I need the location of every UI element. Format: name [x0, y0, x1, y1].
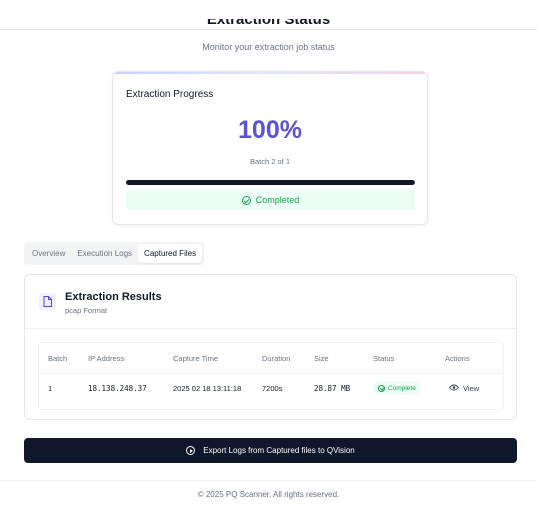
column-header-ip: IP Address — [88, 354, 125, 363]
tab-bar: Overview Execution Logs Captured Files — [24, 242, 205, 265]
results-card: Extraction Results pcap Format Batch IP … — [24, 274, 517, 420]
export-button-label: Export Logs from Captured files to QVisi… — [203, 446, 355, 455]
page-subtitle: Monitor your extraction job status — [202, 42, 335, 52]
page-title: Extraction Status — [206, 19, 331, 28]
footer-divider — [0, 480, 537, 481]
card-accent-bar — [113, 72, 427, 74]
tab-captured-files[interactable]: Captured Files — [138, 244, 203, 263]
check-circle-icon — [241, 195, 251, 205]
status-banner: Completed — [126, 190, 415, 210]
column-header-batch: Batch — [48, 354, 68, 363]
results-table: Batch IP Address Capture Time Duration S… — [38, 342, 504, 410]
column-header-capture-time: Capture Time — [173, 354, 219, 363]
tab-execution-logs[interactable]: Execution Logs — [71, 244, 138, 263]
progress-card-title: Extraction Progress — [126, 89, 214, 100]
results-header: Extraction Results pcap Format — [25, 275, 516, 329]
table-divider — [39, 373, 503, 374]
status-badge-label: Complete — [388, 384, 416, 392]
progress-card: Extraction Progress 100% Batch 2 of 1 Co… — [112, 71, 428, 225]
eye-icon — [448, 384, 460, 393]
cell-duration: 7200s — [262, 384, 283, 393]
column-header-duration: Duration — [262, 354, 291, 363]
batch-text: Batch 2 of 1 — [249, 157, 291, 166]
progress-bar-fill — [126, 180, 415, 185]
cell-ip: 18.138.248.37 — [88, 384, 147, 393]
check-circle-icon — [378, 384, 385, 392]
status-badge: Complete — [373, 381, 421, 395]
file-icon — [39, 293, 56, 310]
results-subtitle: pcap Format — [65, 306, 108, 315]
status-text: Completed — [255, 195, 300, 205]
progress-bar — [126, 180, 415, 185]
cell-size: 28.87 MB — [314, 384, 351, 393]
play-circle-icon — [186, 446, 196, 455]
progress-percent: 100% — [238, 116, 302, 144]
tab-overview[interactable]: Overview — [26, 244, 71, 263]
footer-text: © 2025 PQ Scanner. All rights reserved. — [197, 490, 340, 499]
column-header-status: Status — [373, 354, 395, 363]
results-title: Extraction Results — [65, 291, 162, 303]
column-header-size: Size — [314, 354, 329, 363]
export-logs-button[interactable]: Export Logs from Captured files to QVisi… — [24, 438, 517, 463]
cell-capture-time: 2025 02 18 13:11:18 — [173, 384, 242, 393]
view-button-label: View — [463, 383, 480, 393]
view-button[interactable]: View — [448, 381, 480, 395]
cell-batch: 1 — [48, 384, 53, 393]
column-header-actions: Actions — [445, 354, 470, 363]
